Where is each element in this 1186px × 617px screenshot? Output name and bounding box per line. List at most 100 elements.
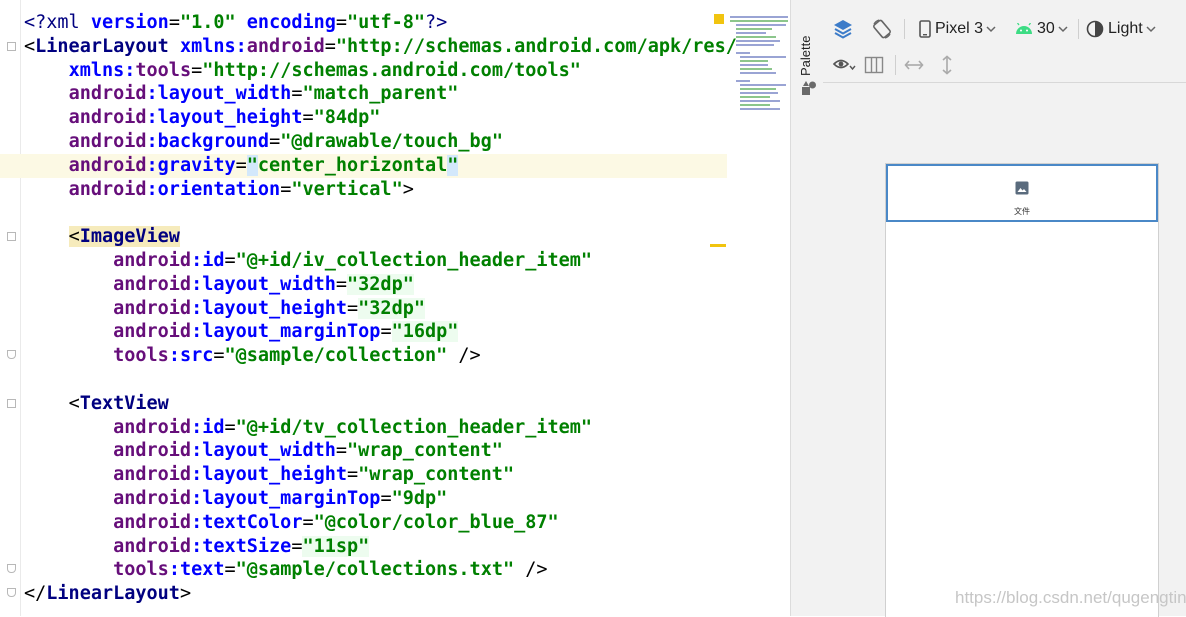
code-token: android — [113, 535, 192, 557]
code-line[interactable]: android:layout_marginTop="9dp" — [24, 487, 727, 511]
vertical-resize-button[interactable] — [940, 48, 954, 82]
code-token: android — [113, 297, 192, 319]
code-token: ?> — [425, 12, 448, 33]
warning-stripe[interactable] — [710, 244, 726, 247]
code-token: "1.0" — [179, 12, 236, 33]
code-line[interactable]: android:textSize="11sp" — [24, 535, 727, 559]
code-token: = — [335, 440, 348, 462]
code-token: center_horizontal — [257, 154, 448, 176]
fold-marker-imageview[interactable] — [7, 232, 16, 241]
code-token: = — [380, 488, 392, 509]
code-token: :layout_height — [191, 297, 348, 319]
preview-text-label[interactable]: 文件 — [888, 206, 1156, 217]
view-options-button[interactable] — [832, 48, 856, 82]
code-token: android — [113, 250, 192, 271]
orientation-button[interactable] — [871, 11, 893, 47]
code-line[interactable]: android:background="@drawable/touch_bg" — [24, 130, 727, 154]
layout-grid-button[interactable] — [864, 48, 884, 82]
code-token: "@drawable/touch_bg" — [280, 131, 503, 152]
horizontal-resize-button[interactable] — [904, 48, 924, 82]
code-token: "84dp" — [313, 107, 381, 129]
code-line[interactable]: android:layout_height="wrap_content" — [24, 463, 727, 487]
code-line[interactable]: tools:text="@sample/collections.txt" /> — [24, 558, 727, 582]
code-token: = — [347, 464, 359, 486]
code-line[interactable]: android:layout_marginTop="16dp" — [24, 320, 727, 344]
code-minimap[interactable] — [730, 14, 790, 114]
android-icon — [1016, 23, 1032, 34]
code-token: = — [191, 59, 203, 81]
columns-icon — [864, 56, 884, 74]
fold-marker-textview[interactable] — [7, 399, 16, 408]
code-token: :id — [191, 250, 225, 271]
shapes-icon — [802, 81, 816, 95]
code-token: LinearLayout — [46, 583, 180, 605]
code-line[interactable] — [24, 368, 727, 392]
warning-marker[interactable] — [714, 14, 724, 24]
code-line[interactable]: <LinearLayout xmlns:android="http://sche… — [24, 35, 737, 59]
code-token: android — [68, 131, 147, 152]
code-token: < — [68, 392, 80, 414]
code-line[interactable]: <ImageView — [24, 225, 727, 249]
design-surface-button[interactable] — [832, 11, 854, 47]
code-token: = — [224, 416, 236, 438]
code-token: = — [168, 12, 180, 33]
code-token: "@+id/iv_collection_header_item" — [235, 250, 593, 271]
code-line[interactable]: </LinearLayout> — [24, 582, 727, 606]
fold-end-textview[interactable] — [7, 564, 16, 573]
code-token: android — [113, 440, 192, 462]
code-token: ImageView — [79, 226, 180, 248]
code-line[interactable] — [24, 201, 727, 225]
device-preview[interactable]: 文件 — [885, 163, 1159, 617]
code-line[interactable]: android:layout_height="32dp" — [24, 297, 727, 321]
code-line[interactable]: <?xml version="1.0" encoding="utf-8"?> — [24, 11, 727, 35]
code-token: < — [24, 35, 36, 57]
design-secondary-toolbar — [823, 48, 1186, 83]
device-selector[interactable]: Pixel 3 — [919, 11, 996, 47]
code-token: "32dp" — [347, 273, 414, 295]
code-line[interactable]: android:id="@+id/iv_collection_header_it… — [24, 249, 727, 273]
code-line[interactable]: android:layout_height="84dp" — [24, 106, 727, 130]
design-panel: Pixel 3 30 Light 文件 — [823, 0, 1186, 617]
code-token: android — [113, 511, 192, 533]
code-token: LinearLayout — [35, 35, 169, 57]
code-line[interactable]: tools:src="@sample/collection" /> — [24, 344, 727, 368]
selected-linearlayout[interactable]: 文件 — [886, 164, 1158, 222]
code-token: :layout_marginTop — [191, 488, 381, 509]
code-token: = — [291, 83, 303, 105]
code-token: "vertical" — [291, 178, 403, 200]
design-toolbar: Pixel 3 30 Light — [823, 11, 1186, 47]
code-line[interactable]: android:textColor="@color/color_blue_87" — [24, 511, 727, 535]
palette-tab[interactable]: Palette — [798, 36, 813, 76]
image-icon[interactable] — [1014, 180, 1030, 196]
code-token: /> — [447, 345, 481, 367]
horizontal-arrows-icon — [904, 60, 924, 70]
fold-end-imageview[interactable] — [7, 350, 16, 359]
code-line[interactable]: android:orientation="vertical"> — [24, 178, 727, 202]
chevron-down-icon — [1146, 26, 1156, 33]
code-editor[interactable]: <?xml version="1.0" encoding="utf-8"?> <L… — [0, 0, 790, 616]
theme-selector[interactable]: Light — [1086, 11, 1156, 47]
code-token: = — [213, 345, 225, 367]
api-level-selector[interactable]: 30 — [1015, 11, 1068, 47]
code-line[interactable]: android:layout_width="wrap_content" — [24, 439, 727, 463]
code-line[interactable]: android:id="@+id/tv_collection_header_it… — [24, 416, 727, 440]
code-token: TextView — [79, 392, 169, 414]
code-line[interactable]: android:gravity="center_horizontal" — [0, 153, 727, 178]
code-token: :gravity — [146, 154, 236, 176]
fold-marker-linearlayout[interactable] — [7, 42, 16, 51]
code-token: android — [113, 273, 192, 295]
rotate-icon — [873, 19, 891, 39]
code-line[interactable]: android:layout_width="match_parent" — [24, 82, 727, 106]
code-line[interactable]: <TextView — [24, 392, 727, 416]
code-token: android — [68, 154, 147, 176]
code-token: :layout_width — [191, 273, 336, 295]
code-token: tools — [113, 559, 169, 581]
code-line[interactable]: xmlns:tools="http://schemas.android.com/… — [24, 59, 727, 83]
fold-end-linearlayout[interactable] — [7, 588, 16, 597]
code-line[interactable]: android:layout_width="32dp" — [24, 273, 727, 297]
code-token: tools — [135, 59, 192, 81]
